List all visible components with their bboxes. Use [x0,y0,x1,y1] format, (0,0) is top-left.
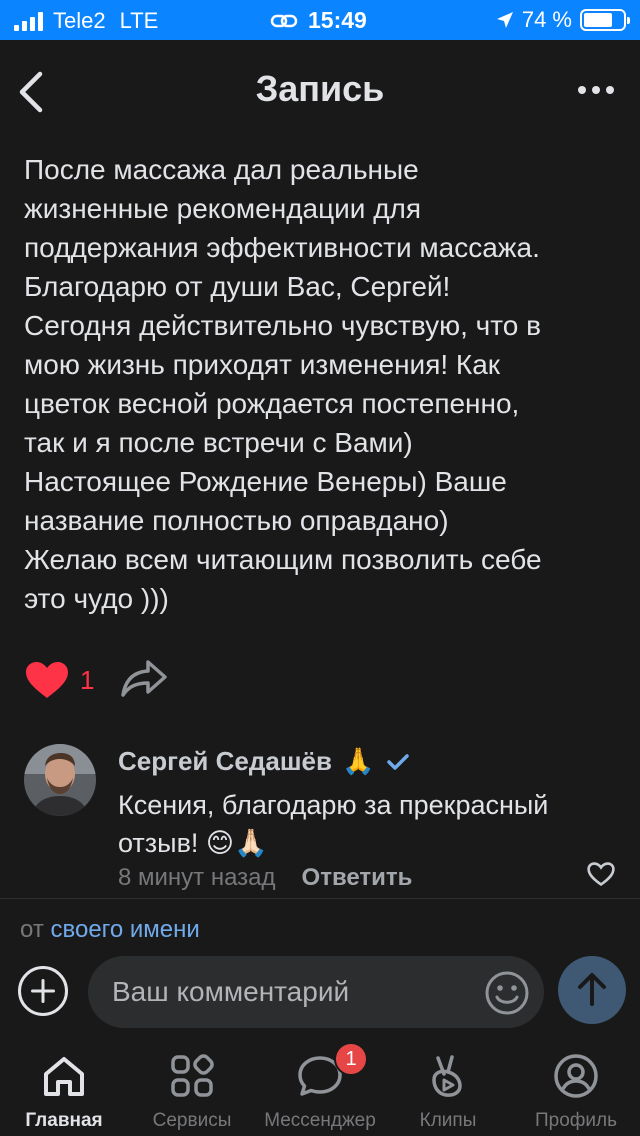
emoji-button[interactable] [484,970,530,1016]
comment-meta: 8 минут назад Ответить [118,864,412,892]
post-actions: 1 [24,656,168,704]
tab-clips[interactable]: Клипы [384,1040,512,1136]
post-text-line: Сегодня действительно чувствую, что в [24,310,541,341]
comment-like-button[interactable] [586,860,616,893]
home-icon [44,1057,84,1096]
tab-label: Мессенджер [264,1110,376,1131]
comment: Сергей Седашёв 🙏 Ксения, благодарю за пр… [24,740,624,900]
status-right: 74 % [496,7,630,33]
share-button[interactable] [120,658,168,703]
status-left: Tele2 LTE [14,8,158,34]
post-text-line: цветок весной рождается постепенно, [24,388,520,419]
post-text-line: мою жизнь приходят изменения! Как [24,349,501,380]
author-selector-link[interactable]: своего имени [50,916,199,943]
post-text-line: название полностью оправдано) [24,505,449,536]
more-dot [578,86,586,94]
divider [0,898,640,899]
services-icon [171,1054,214,1097]
from-prefix: от [20,916,44,943]
status-bar: Tele2 LTE 15:49 74 % [0,0,640,40]
post-text-line: жизненные рекомендации для [24,193,422,224]
page-title: Запись [255,68,385,109]
post-text-line: поддержания эффективности массажа. [24,232,540,263]
add-attachment-button[interactable] [18,966,68,1016]
like-count: 1 [80,664,95,695]
like-button[interactable]: 1 [24,660,94,700]
author-emoji: 🙏 [341,746,375,776]
tab-messenger[interactable]: 1 Мессенджер [256,1040,384,1136]
battery-fill [584,13,613,27]
author-name: Сергей Седашёв [118,746,332,776]
unread-badge: 1 [334,1042,368,1076]
battery-icon [580,9,630,31]
more-options-button[interactable] [578,86,614,94]
link-icon [270,14,298,27]
comment-input[interactable] [88,956,544,1028]
heart-outline-icon [587,862,615,887]
more-dot [606,86,614,94]
verified-check-icon [387,753,410,770]
header: Запись [0,40,640,144]
battery-percent: 74 % [521,7,572,32]
post-text: После массажа дал реальные жизненные реко… [24,150,624,618]
tab-services[interactable]: Сервисы [128,1040,256,1136]
post-text-line: Настоящее Рождение Венеры) Ваше [24,466,507,497]
comment-time: 8 минут назад [118,864,276,891]
carrier-name: Tele2 [53,8,106,33]
more-dot [592,86,600,94]
tab-label: Главная [25,1110,103,1131]
clock: 15:49 [308,7,367,33]
heart-filled-icon [26,662,68,698]
tab-label: Сервисы [152,1110,232,1131]
avatar[interactable] [24,744,96,816]
post-text-line: Благодарю от души Вас, Сергей! [24,271,451,302]
location-arrow-icon [496,12,513,28]
post-text-line: так и я после встречи с Вами) [24,427,413,458]
tab-label: Профиль [534,1110,618,1131]
arrow-up-icon [578,973,606,1006]
share-arrow-icon [121,659,168,697]
comment-author[interactable]: Сергей Седашёв 🙏 [118,746,410,777]
status-center: 15:49 [270,7,367,34]
post-text-line: После массажа дал реальные [24,154,419,185]
post-text-line: это чудо ))) [24,583,169,614]
post-text-line: Желаю всем читающим позволить себе [24,544,542,575]
clips-icon [432,1055,462,1097]
send-button[interactable] [558,956,626,1024]
reply-button[interactable]: Ответить [302,864,413,892]
profile-icon [554,1054,598,1098]
comment-as-row: от своего имени [20,916,200,944]
avatar-photo [24,744,96,816]
smiley-icon [485,971,529,1015]
tab-home[interactable]: Главная [0,1040,128,1136]
signal-icon [14,11,43,31]
comment-text: Ксения, благодарю за прекрасный отзыв! 😊… [118,790,549,858]
tab-profile[interactable]: Профиль [512,1040,640,1136]
network-type: LTE [119,8,159,33]
tab-bar: Главная Сервисы 1 Мессенджер Клипы Профи… [0,1040,640,1136]
tab-label: Клипы [419,1110,477,1131]
